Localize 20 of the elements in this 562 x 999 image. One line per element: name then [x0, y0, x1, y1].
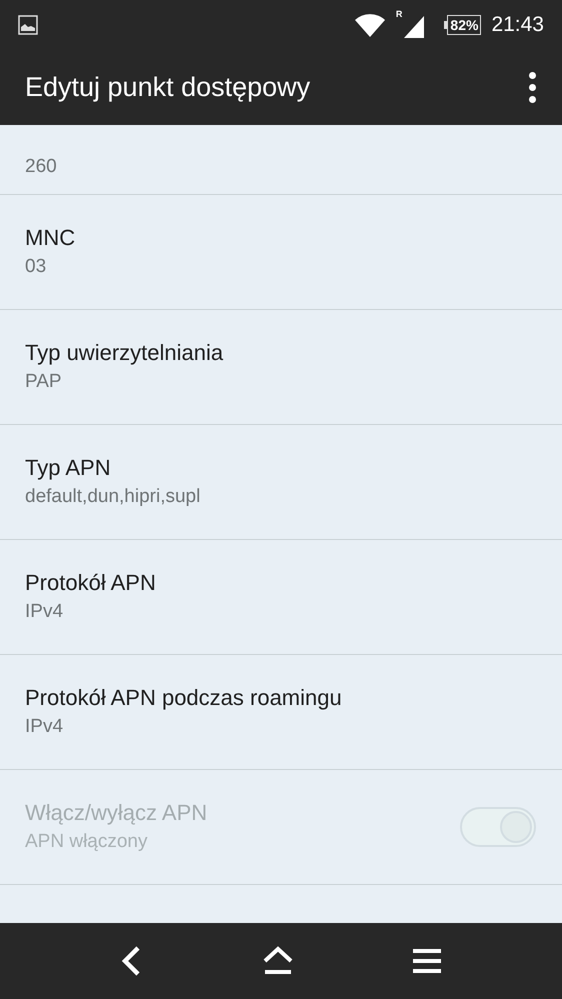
setting-value: PAP — [25, 370, 63, 394]
setting-value: default,dun,hipri,supl — [25, 485, 202, 509]
menu-icon[interactable] — [412, 947, 443, 975]
setting-value: IPv4 — [25, 600, 64, 624]
setting-value: 03 — [25, 255, 48, 279]
setting-title: Protokół APN — [25, 569, 157, 597]
setting-title: Typ APN — [25, 454, 112, 482]
setting-value: IPv4 — [25, 715, 64, 739]
setting-title: MNC — [25, 224, 76, 252]
battery-icon: 82% — [444, 15, 482, 35]
wifi-icon — [354, 12, 386, 38]
roaming-indicator: R — [396, 10, 402, 19]
setting-value: 260 — [25, 155, 58, 179]
setting-title: Protokół APN podczas roamingu — [25, 684, 343, 712]
setting-title: Typ uwierzytelniania — [25, 339, 224, 367]
clock: 21:43 — [491, 12, 544, 38]
app-bar-title: Edytuj punkt dostępowy — [25, 71, 312, 104]
setting-title: Włącz/wyłącz APN — [25, 799, 208, 827]
setting-value: APN włączony — [25, 830, 148, 854]
image-notification-icon — [18, 15, 38, 35]
